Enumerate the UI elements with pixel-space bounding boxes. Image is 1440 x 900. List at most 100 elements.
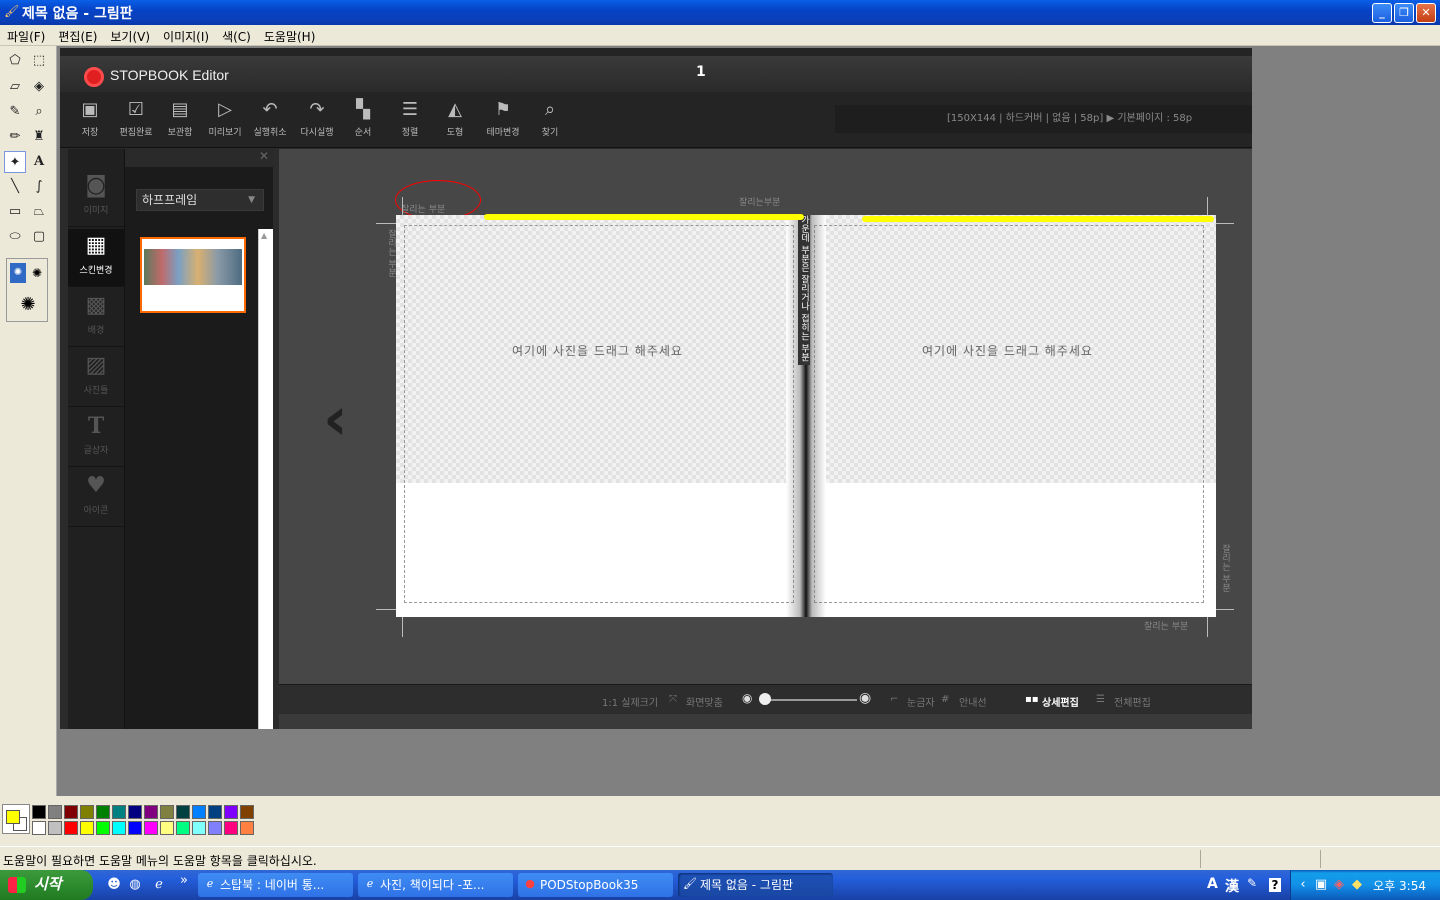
color-swatch[interactable] bbox=[176, 805, 190, 819]
editor-storage-button[interactable]: ▤ 보관함 bbox=[160, 98, 200, 138]
eraser-icon[interactable]: ▱ bbox=[4, 76, 26, 98]
task-photo-book[interactable]: ℯ 사진, 책이되다 -포... bbox=[358, 873, 513, 897]
ime-mode-icon[interactable]: A bbox=[1207, 876, 1218, 892]
color-swatch[interactable] bbox=[64, 821, 78, 835]
color-swatch[interactable] bbox=[224, 821, 238, 835]
paint-app-icon[interactable]: 🖌 bbox=[4, 4, 19, 18]
ruler-button[interactable]: 눈금자 bbox=[907, 694, 935, 709]
editor-order-button[interactable]: ▚ 순서 bbox=[343, 98, 383, 138]
menu-help[interactable]: 도움말(H) bbox=[257, 25, 322, 45]
editor-redo-button[interactable]: ↷ 다시실행 bbox=[297, 98, 337, 138]
color-swatch[interactable] bbox=[112, 821, 126, 835]
line-icon[interactable]: ╲ bbox=[4, 176, 26, 198]
spray-large-icon[interactable]: ✺ bbox=[17, 293, 39, 317]
color-swatch[interactable] bbox=[160, 805, 174, 819]
vaccine-icon[interactable]: ◆ bbox=[1349, 877, 1365, 893]
pencil-icon[interactable]: ✏ bbox=[4, 126, 26, 148]
current-colors[interactable] bbox=[2, 804, 30, 834]
text-tool-icon[interactable]: A bbox=[28, 151, 50, 173]
editor-shape-button[interactable]: ◭ 도형 bbox=[435, 98, 475, 138]
color-swatch[interactable] bbox=[160, 821, 174, 835]
menu-file[interactable]: 파일(F) bbox=[0, 25, 51, 45]
color-swatch[interactable] bbox=[96, 805, 110, 819]
color-swatch[interactable] bbox=[48, 821, 62, 835]
airbrush-icon[interactable]: ✦ bbox=[4, 151, 26, 173]
task-podstopbook[interactable]: ● PODStopBook35 bbox=[518, 873, 673, 897]
spray-small-icon[interactable]: ✺ bbox=[10, 263, 26, 283]
color-picker-icon[interactable]: ✎ bbox=[4, 101, 26, 123]
color-swatch[interactable] bbox=[176, 821, 190, 835]
category-background[interactable]: ▩ 배경 bbox=[68, 289, 124, 347]
tray-expand-icon[interactable]: ‹ bbox=[1295, 877, 1311, 893]
scroll-up-icon[interactable]: ▲ bbox=[261, 231, 267, 240]
messenger-icon[interactable]: ☻ bbox=[106, 877, 122, 893]
panel-close-icon[interactable]: ✕ bbox=[259, 149, 269, 163]
zoom-in-icon[interactable]: ◉ bbox=[859, 690, 871, 706]
editor-undo-button[interactable]: ↶ 실행취소 bbox=[250, 98, 290, 138]
fill-bucket-icon[interactable]: ◈ bbox=[28, 76, 50, 98]
security-icon[interactable]: ◈ bbox=[1331, 877, 1347, 893]
editor-search-button[interactable]: ⌕ 찾기 bbox=[530, 98, 570, 138]
spray-medium-icon[interactable]: ✺ bbox=[29, 263, 45, 283]
fit-screen-button[interactable]: 화면맞춤 bbox=[686, 694, 723, 709]
magnifier-icon[interactable]: ⌕ bbox=[28, 101, 50, 123]
ie-icon[interactable]: ℯ bbox=[151, 877, 167, 893]
editor-align-button[interactable]: ☰ 정렬 bbox=[390, 98, 430, 138]
category-skin[interactable]: ▦ 스킨변경 bbox=[68, 229, 124, 287]
zoom-slider[interactable] bbox=[765, 699, 857, 701]
color-swatch[interactable] bbox=[144, 821, 158, 835]
rect-select-icon[interactable]: ⬚ bbox=[28, 50, 50, 72]
editor-preview-button[interactable]: ▷ 미리보기 bbox=[205, 98, 245, 138]
color-swatch[interactable] bbox=[192, 805, 206, 819]
menu-view[interactable]: 보기(V) bbox=[103, 25, 156, 45]
menu-image[interactable]: 이미지(I) bbox=[156, 25, 215, 45]
color-swatch[interactable] bbox=[208, 821, 222, 835]
close-button[interactable]: ✕ bbox=[1416, 3, 1436, 23]
full-edit-icon[interactable]: ☰ bbox=[1096, 694, 1105, 705]
start-button[interactable]: 시작 bbox=[0, 870, 93, 900]
color-swatch[interactable] bbox=[48, 805, 62, 819]
ime-tools-icon[interactable]: ✎ bbox=[1247, 876, 1257, 890]
color-swatch[interactable] bbox=[96, 821, 110, 835]
detail-edit-icon[interactable]: ▪▪ bbox=[1025, 694, 1039, 705]
color-swatch[interactable] bbox=[224, 805, 238, 819]
frame-dropdown[interactable]: 하프프레임 ▼ bbox=[136, 189, 264, 211]
actual-size-button[interactable]: 1:1 실제크기 bbox=[602, 694, 658, 709]
pasted-editor-screenshot[interactable]: STOPBOOK Editor 1 ▣ 저장 ☑ 편집완료 ▤ 보관함 ▷ 미리보기 ↶… bbox=[60, 48, 1252, 729]
color-swatch[interactable] bbox=[240, 805, 254, 819]
color-swatch[interactable] bbox=[192, 821, 206, 835]
color-swatch[interactable] bbox=[240, 821, 254, 835]
menu-edit[interactable]: 편집(E) bbox=[51, 25, 103, 45]
menu-color[interactable]: 색(C) bbox=[215, 25, 257, 45]
browser-icon[interactable]: ◍ bbox=[127, 877, 143, 893]
color-swatch[interactable] bbox=[64, 805, 78, 819]
help-icon[interactable]: ? bbox=[1269, 878, 1281, 892]
category-icon[interactable]: ♥ 아이콘 bbox=[68, 469, 124, 527]
free-select-icon[interactable]: ⬠ bbox=[4, 50, 26, 72]
category-textbox[interactable]: T 글상자 bbox=[68, 409, 124, 467]
ruler-icon[interactable]: ⌐ bbox=[890, 694, 898, 705]
task-paint[interactable]: 🖌 제목 없음 - 그림판 bbox=[678, 873, 833, 897]
curve-icon[interactable]: ∫ bbox=[28, 176, 50, 198]
quicklaunch-more-icon[interactable]: » bbox=[176, 873, 192, 889]
ellipse-icon[interactable]: ⬭ bbox=[4, 226, 26, 248]
panel-scrollbar[interactable]: ▲ bbox=[258, 229, 273, 729]
network-icon[interactable]: ▣ bbox=[1313, 877, 1329, 893]
color-swatch[interactable] bbox=[144, 805, 158, 819]
rounded-rect-icon[interactable]: ▢ bbox=[28, 226, 50, 248]
color-swatch[interactable] bbox=[112, 805, 126, 819]
color-swatch[interactable] bbox=[80, 821, 94, 835]
full-edit-button[interactable]: 전체편집 bbox=[1114, 694, 1151, 709]
color-swatch[interactable] bbox=[80, 805, 94, 819]
fit-screen-icon[interactable]: ⤧ bbox=[669, 694, 677, 705]
hanja-icon[interactable]: 漢 bbox=[1225, 876, 1239, 896]
rectangle-icon[interactable]: ▭ bbox=[4, 201, 26, 223]
task-naver[interactable]: ℯ 스탑북 : 네이버 통... bbox=[198, 873, 353, 897]
editor-theme-button[interactable]: ⚑ 테마변경 bbox=[483, 98, 523, 138]
editor-complete-button[interactable]: ☑ 편집완료 bbox=[116, 98, 156, 138]
color-swatch[interactable] bbox=[32, 805, 46, 819]
editor-save-button[interactable]: ▣ 저장 bbox=[70, 98, 110, 138]
minimize-button[interactable]: _ bbox=[1372, 3, 1392, 23]
color-swatch[interactable] bbox=[128, 805, 142, 819]
color-swatch[interactable] bbox=[208, 805, 222, 819]
